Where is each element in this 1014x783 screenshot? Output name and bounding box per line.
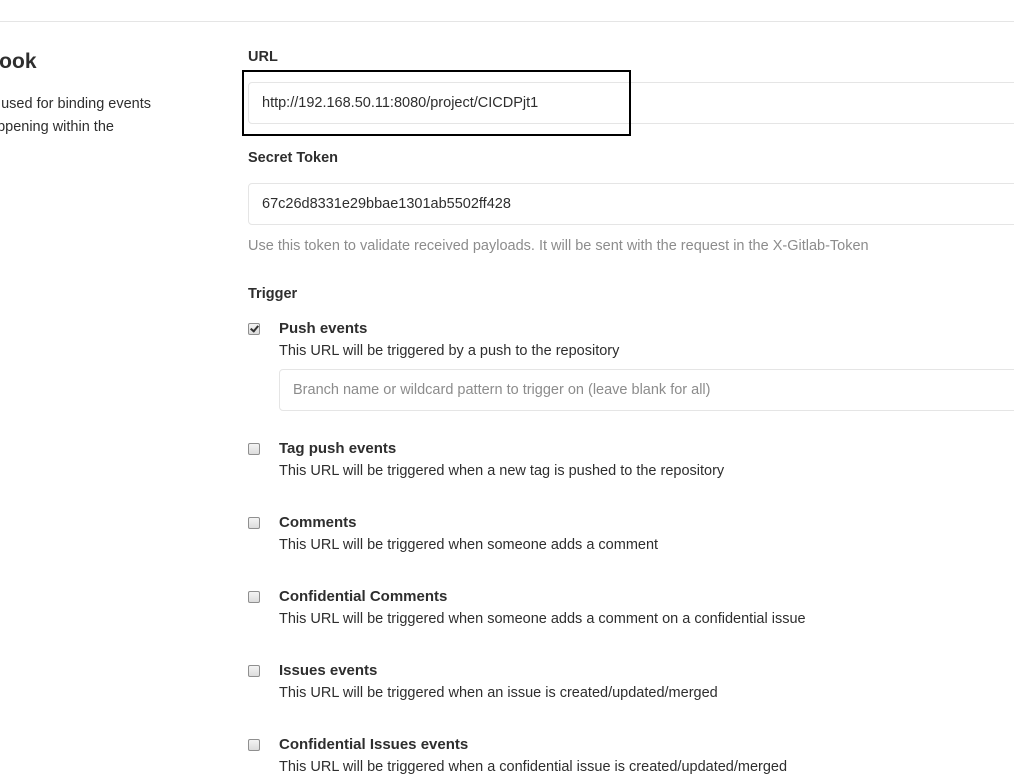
section-description: e used for binding events appening withi… <box>0 93 219 139</box>
secret-token-input[interactable]: 67c26d8331e29bbae1301ab5502ff428 <box>248 183 1014 225</box>
secret-token-label: Secret Token <box>248 150 338 166</box>
push-events-checkbox[interactable] <box>248 323 260 335</box>
url-label: URL <box>248 49 278 65</box>
comments-desc: This URL will be triggered when someone … <box>279 537 659 553</box>
trigger-label: Trigger <box>248 286 298 302</box>
url-input[interactable]: http://192.168.50.11:8080/project/CICDPj… <box>248 82 1014 124</box>
section-description-line1: e used for binding events <box>0 96 152 112</box>
issues-events-checkbox[interactable] <box>248 665 260 677</box>
top-divider <box>0 21 1014 22</box>
section-title: Hook <box>0 50 37 74</box>
tag-push-events-checkbox[interactable] <box>248 443 260 455</box>
tag-push-events-desc: This URL will be triggered when a new ta… <box>279 463 725 479</box>
push-events-title[interactable]: Push events <box>279 320 367 337</box>
section-title-text: ook <box>0 50 37 73</box>
tag-push-events-title[interactable]: Tag push events <box>279 440 396 457</box>
branch-filter-input[interactable]: Branch name or wildcard pattern to trigg… <box>279 369 1014 411</box>
section-description-line2: appening within the <box>0 119 114 135</box>
comments-checkbox[interactable] <box>248 517 260 529</box>
issues-events-desc: This URL will be triggered when an issue… <box>279 685 718 701</box>
confidential-comments-desc: This URL will be triggered when someone … <box>279 611 806 627</box>
confidential-comments-checkbox[interactable] <box>248 591 260 603</box>
confidential-issues-events-desc: This URL will be triggered when a confid… <box>279 759 788 775</box>
secret-token-help: Use this token to validate received payl… <box>248 238 869 254</box>
issues-events-title[interactable]: Issues events <box>279 662 377 679</box>
push-events-desc: This URL will be triggered by a push to … <box>279 343 620 359</box>
comments-title[interactable]: Comments <box>279 514 357 531</box>
confidential-issues-events-checkbox[interactable] <box>248 739 260 751</box>
confidential-comments-title[interactable]: Confidential Comments <box>279 588 447 605</box>
confidential-issues-events-title[interactable]: Confidential Issues events <box>279 736 468 753</box>
